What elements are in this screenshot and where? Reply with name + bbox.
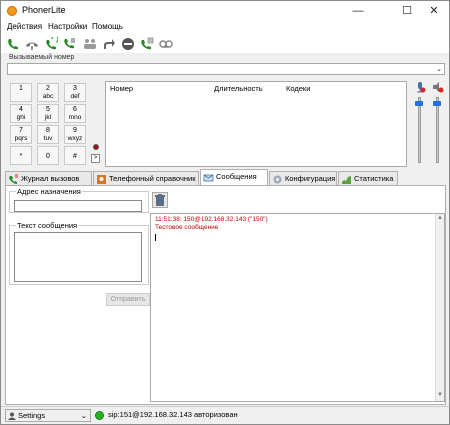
config-gear-icon xyxy=(273,175,282,184)
scroll-down-icon[interactable]: ▼ xyxy=(437,392,443,398)
microphone-mute-icon[interactable] xyxy=(414,81,426,93)
redial-icon[interactable] xyxy=(44,37,58,51)
tab-messages[interactable]: Сообщения xyxy=(200,169,268,186)
dial-number-label: Вызываемый номер xyxy=(9,54,75,61)
messages-icon xyxy=(203,174,214,182)
messages-panel: Адрес назначения Текст сообщения Отправи… xyxy=(5,185,446,405)
speaker-mute-icon[interactable] xyxy=(432,81,444,93)
expand-button[interactable]: > xyxy=(91,154,100,163)
tab-phonebook[interactable]: Телефонный справочник xyxy=(93,171,199,186)
speaker-volume-slider[interactable] xyxy=(436,97,439,163)
dial-number-input[interactable]: ⌄ xyxy=(7,63,445,75)
status-bar: Settings ⌄ sip:151@192.168.32.143 автори… xyxy=(1,406,449,424)
key-star[interactable]: * xyxy=(10,146,32,165)
title-bar: PhonerLite — ☐ ✕ xyxy=(1,1,449,21)
column-header-number[interactable]: Номер xyxy=(110,84,133,93)
person-icon xyxy=(8,412,16,420)
message-log[interactable]: 11:51:38: 150@192.168.32.143 ("150") Тес… xyxy=(150,213,445,402)
menu-bar: Действия Настройки Помощь xyxy=(1,21,449,35)
call-log-icon xyxy=(9,174,18,184)
registration-status-text: sip:151@192.168.32.143 авторизован xyxy=(108,410,238,419)
voicemail-icon[interactable] xyxy=(159,37,173,51)
text-caret xyxy=(155,234,156,241)
mic-volume-slider[interactable] xyxy=(418,97,421,163)
tab-strip: Журнал вызовов Телефонный справочник Соо… xyxy=(5,169,449,186)
toolbar xyxy=(1,35,449,53)
chevron-down-icon[interactable]: ⌄ xyxy=(436,65,442,73)
maximize-button[interactable]: ☐ xyxy=(394,3,420,19)
dnd-icon[interactable] xyxy=(121,37,135,51)
key-2[interactable]: 2 abc xyxy=(37,83,59,102)
menu-actions[interactable]: Действия xyxy=(7,22,42,31)
key-9[interactable]: 9 wxyz xyxy=(64,125,86,144)
active-calls-table: Номер Длительность Кодеки xyxy=(105,81,407,167)
speaker-volume-thumb[interactable] xyxy=(433,101,441,106)
hangup-icon[interactable] xyxy=(25,37,39,51)
tab-call-log[interactable]: Журнал вызовов xyxy=(5,171,92,186)
app-window: PhonerLite — ☐ ✕ Действия Настройки Помо… xyxy=(0,0,450,425)
forward-icon[interactable] xyxy=(102,37,116,51)
log-entry-text: Тестовое сообщение xyxy=(155,224,219,231)
column-header-duration[interactable]: Длительность xyxy=(214,84,263,93)
pickup-icon[interactable] xyxy=(140,37,154,51)
log-entry-header: 11:51:38: 150@192.168.32.143 ("150") xyxy=(155,216,268,223)
destination-label: Адрес назначения xyxy=(16,187,82,196)
key-8[interactable]: 8 tuv xyxy=(37,125,59,144)
trash-icon xyxy=(155,194,165,206)
stats-icon xyxy=(342,176,351,184)
scroll-up-icon[interactable]: ▲ xyxy=(437,215,443,221)
tab-statistics[interactable]: Статистика xyxy=(338,171,398,186)
minimize-button[interactable]: — xyxy=(345,3,371,19)
transfer-icon[interactable] xyxy=(63,37,77,51)
record-indicator-icon xyxy=(93,144,99,150)
message-text-input[interactable] xyxy=(14,232,142,282)
conference-icon[interactable] xyxy=(83,37,97,51)
chevron-down-icon[interactable]: ⌄ xyxy=(81,410,87,421)
registration-status-icon xyxy=(95,411,104,420)
key-0[interactable]: 0 xyxy=(37,146,59,165)
close-button[interactable]: ✕ xyxy=(421,3,447,19)
menu-settings[interactable]: Настройки xyxy=(48,22,87,31)
tab-configuration[interactable]: Конфигурация xyxy=(269,171,337,186)
menu-help[interactable]: Помощь xyxy=(92,22,123,31)
clear-log-button[interactable] xyxy=(152,192,168,208)
window-title: PhonerLite xyxy=(22,5,66,15)
app-logo-icon xyxy=(7,6,17,16)
key-1[interactable]: 1 xyxy=(10,83,32,102)
phonebook-icon xyxy=(97,175,106,184)
mic-volume-thumb[interactable] xyxy=(415,101,423,106)
message-text-label: Текст сообщения xyxy=(16,221,79,230)
key-6[interactable]: 6 mno xyxy=(64,104,86,123)
volume-panel xyxy=(409,81,449,167)
destination-address-input[interactable] xyxy=(14,200,142,212)
profile-select[interactable]: Settings ⌄ xyxy=(5,409,91,422)
message-text-group: Текст сообщения xyxy=(9,221,149,285)
key-7[interactable]: 7 pqrs xyxy=(10,125,32,144)
key-3[interactable]: 3 def xyxy=(64,83,86,102)
send-button[interactable]: Отправить xyxy=(106,293,150,306)
key-4[interactable]: 4 ghi xyxy=(10,104,32,123)
key-5[interactable]: 5 jkl xyxy=(37,104,59,123)
dial-keypad: 1 2 abc 3 def 4 ghi 5 jkl 6 mno 7 pqrs 8 tuv 9w… xyxy=(7,81,103,167)
key-hash[interactable]: # xyxy=(64,146,86,165)
column-header-codecs[interactable]: Кодеки xyxy=(286,84,310,93)
call-icon[interactable] xyxy=(6,37,20,51)
log-scrollbar[interactable]: ▲ ▼ xyxy=(435,214,444,401)
profile-value: Settings xyxy=(18,411,46,420)
destination-group: Адрес назначения xyxy=(9,187,149,213)
